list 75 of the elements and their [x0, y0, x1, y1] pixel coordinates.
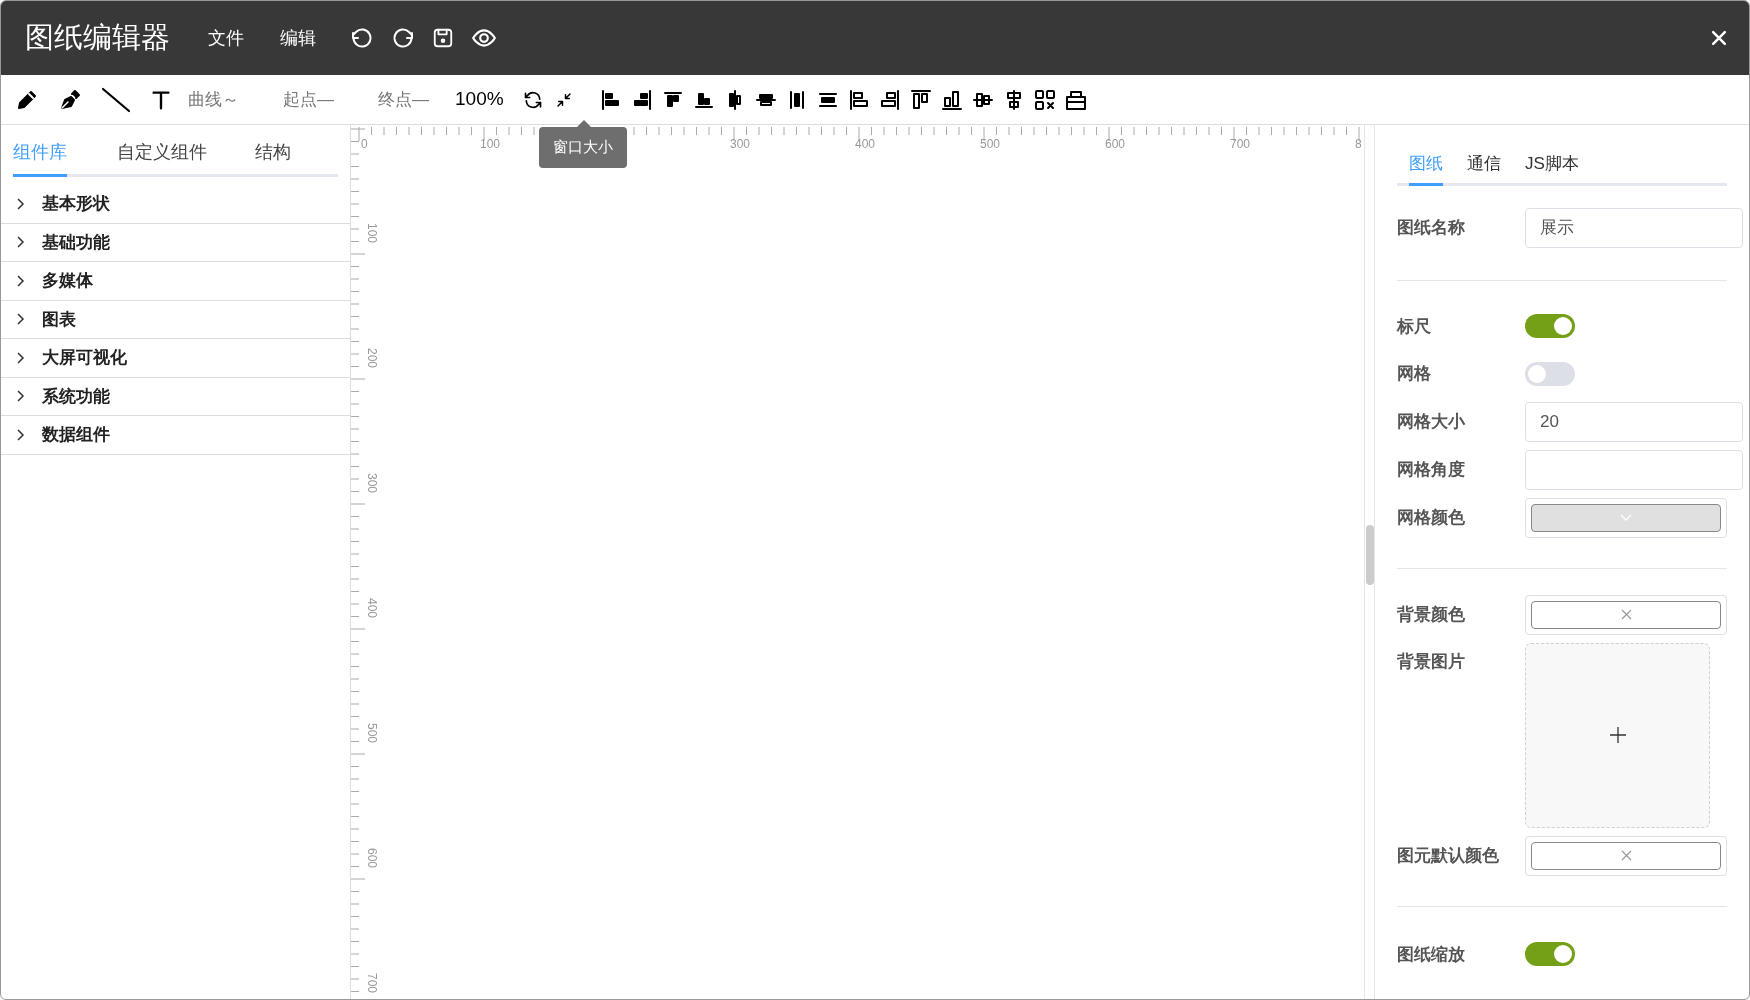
tree-item[interactable]: 系统功能	[1, 377, 350, 416]
text-icon[interactable]	[150, 88, 172, 111]
color-picker[interactable]	[1525, 835, 1727, 876]
ruler-label: 200	[364, 347, 380, 370]
chevron-down-icon	[1620, 513, 1632, 522]
top-stack-icon[interactable]	[908, 87, 933, 112]
field-label: 背景图片	[1397, 650, 1466, 673]
chevron-icon	[17, 428, 25, 441]
field-label: 图元默认颜色	[1397, 844, 1500, 867]
app-title: 图纸编辑器	[25, 20, 170, 56]
field-label: 图纸名称	[1397, 216, 1466, 239]
close-icon[interactable]	[1709, 28, 1729, 48]
tree-item[interactable]: 基本形状	[1, 185, 350, 224]
field-label: 网格角度	[1397, 458, 1466, 481]
undo-icon[interactable]	[350, 26, 374, 50]
ruler-label: 100	[480, 136, 501, 153]
text-field[interactable]: 展示	[1525, 207, 1743, 248]
ruler-label: 500	[980, 136, 1001, 153]
tree-item[interactable]: 基础功能	[1, 223, 350, 262]
chevron-icon	[17, 274, 25, 287]
save-icon[interactable]	[432, 27, 454, 49]
chevron-icon	[17, 390, 25, 403]
ruler-label: 500	[364, 722, 380, 745]
color-picker[interactable]	[1525, 497, 1727, 538]
color-picker[interactable]	[1525, 594, 1727, 635]
ruler-label: 0	[361, 136, 368, 153]
panel-tab[interactable]: 自定义组件	[117, 139, 207, 177]
plus-icon	[1609, 727, 1626, 743]
text-field[interactable]	[1525, 449, 1743, 490]
toggle-switch[interactable]	[1525, 942, 1575, 967]
chevron-icon	[17, 351, 25, 364]
panel-tab[interactable]: 结构	[255, 139, 291, 177]
toggle-switch[interactable]	[1525, 314, 1575, 339]
tree-item[interactable]: 图表	[1, 300, 350, 339]
ruler-label: 8	[1355, 136, 1362, 153]
field-label: 网格颜色	[1397, 506, 1466, 529]
field-label: 标尺	[1397, 315, 1432, 338]
tool-option[interactable]: 终点—	[378, 86, 429, 113]
toggle-switch[interactable]	[1525, 361, 1575, 386]
tree-item[interactable]: 数据组件	[1, 416, 350, 455]
redo-icon[interactable]	[391, 26, 415, 50]
scrollbar-thumb[interactable]	[1366, 525, 1374, 585]
tree-item[interactable]: 多媒体	[1, 262, 350, 301]
minimize-icon[interactable]	[554, 90, 573, 109]
zoom-level: 100%	[455, 87, 504, 112]
menu-item[interactable]: 文件	[208, 24, 244, 52]
text-field[interactable]: 20	[1525, 401, 1743, 442]
panel-tab[interactable]: JS脚本	[1525, 151, 1579, 186]
tool-option[interactable]: 曲线～	[188, 86, 239, 113]
close-icon	[1620, 609, 1632, 620]
chevron-icon	[17, 236, 25, 249]
ruler-label: 400	[364, 597, 380, 620]
tool-option[interactable]: 起点—	[283, 86, 334, 113]
field-label: 网格大小	[1397, 410, 1466, 433]
close-icon	[1620, 850, 1632, 861]
chevron-icon	[17, 313, 25, 326]
ruler-label: 600	[1105, 136, 1126, 153]
ruler-label: 700	[364, 972, 380, 995]
ungroup-icon[interactable]	[1032, 87, 1057, 112]
line-icon[interactable]	[101, 86, 131, 113]
field-label: 背景颜色	[1397, 603, 1466, 626]
ruler-label: 300	[364, 472, 380, 495]
menu-item[interactable]: 编辑	[280, 24, 316, 52]
ruler-label: 100	[364, 222, 380, 245]
field-label: 图纸缩放	[1397, 943, 1466, 966]
refresh-icon[interactable]	[522, 89, 543, 110]
ruler-label: 300	[730, 136, 751, 153]
chevron-icon	[17, 197, 25, 210]
ruler-label: 700	[1230, 136, 1251, 153]
panel-tab[interactable]: 通信	[1467, 151, 1501, 186]
field-label: 网格	[1397, 363, 1432, 385]
pen-nib-icon[interactable]	[58, 87, 82, 112]
ruler-label: 600	[364, 847, 380, 870]
ruler-label: 400	[855, 136, 876, 153]
tree-item[interactable]: 大屏可视化	[1, 339, 350, 378]
